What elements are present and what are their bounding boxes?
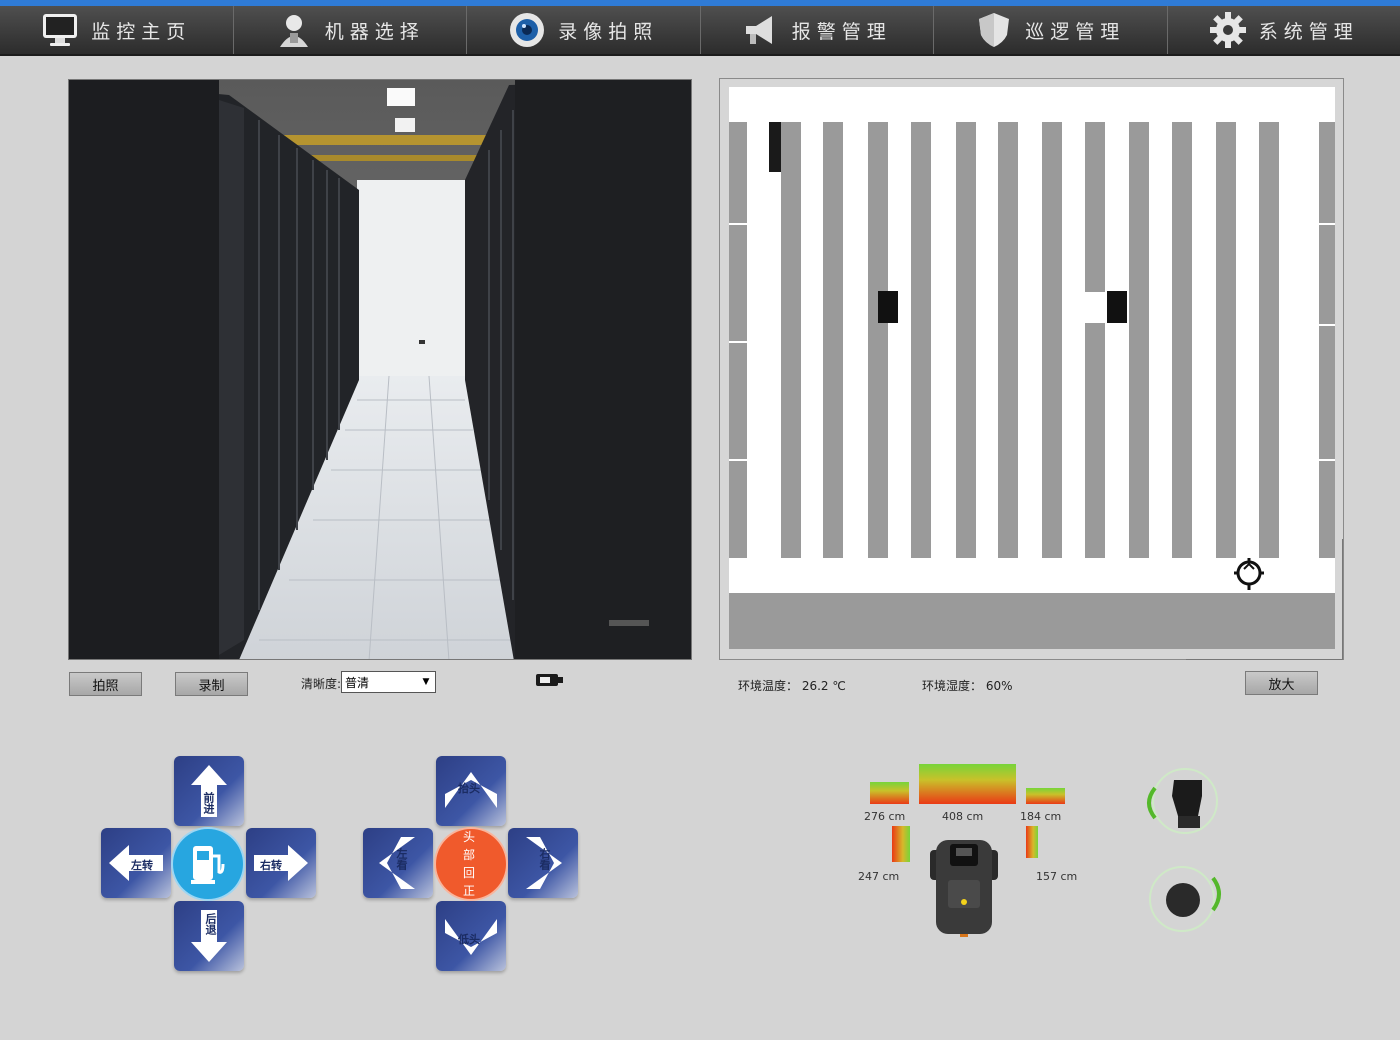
sensor-bar-front-right [1026,788,1065,804]
camera-pan-control[interactable] [1149,866,1215,932]
clarity-label: 清晰度: [301,677,342,691]
chevron-down-icon: ▼ [422,677,430,687]
nav-item-alarm-management[interactable]: 报警管理 [701,6,934,54]
head-right-label: 右看 [538,848,551,870]
nav-item-patrol-management[interactable]: 巡逻管理 [934,6,1168,54]
charging-station-icon [191,846,225,884]
nav-label: 机器选择 [324,20,425,43]
sensor-label-right: 157 cm [1036,870,1078,883]
sensor-bar-front-left [870,782,909,804]
head-left-label: 左看 [395,848,408,870]
sensor-bar-front [919,764,1016,804]
turn-right-label: 右转 [260,859,282,872]
nav-label: 巡逻管理 [1025,20,1126,43]
monitor-icon [41,11,79,49]
camera-lens-icon [508,11,546,49]
rotate-left-arc-icon[interactable] [1143,786,1157,820]
shield-icon [975,11,1013,49]
map-frame-corner [1186,539,1343,660]
head-up-button[interactable]: 抬头 [436,756,506,826]
nav-label: 报警管理 [791,20,892,43]
nav-item-record-photo[interactable]: 录像拍照 [467,6,701,54]
head-reset-label: 头部回正 [462,830,479,898]
nav-label: 录像拍照 [558,20,659,43]
gear-icon [1209,11,1247,49]
head-down-label: 低头 [458,933,480,946]
move-forward-label: 前进 [202,792,215,814]
move-back-label: 后退 [204,913,217,935]
robot-body-icon [930,840,998,937]
move-back-button[interactable]: 后退 [174,901,244,971]
camera-video-feed [68,79,692,660]
head-down-button[interactable]: 低头 [436,901,506,971]
rotate-right-arc-icon[interactable] [1211,876,1225,912]
charging-plug-icon[interactable] [534,670,566,694]
nav-item-system-management[interactable]: 系统管理 [1168,6,1400,54]
head-reset-button[interactable]: 头部回正 [436,829,506,899]
humidity-readout: 环境湿度： 60% [922,679,1013,693]
sensor-label-left: 247 cm [858,870,900,883]
main-nav: 监控主页 机器选择 录像拍照 报警管理 巡逻管理 系统管理 [0,6,1400,56]
charging-station-button[interactable] [173,829,243,899]
zoom-button[interactable]: 放大 [1245,671,1318,695]
turn-left-label: 左转 [131,859,153,872]
camera-ball-icon [1166,883,1200,917]
clarity-value: 普清 [345,675,370,690]
camera-tilt-control[interactable] [1152,768,1218,834]
move-forward-button[interactable]: 前进 [174,756,244,826]
clarity-select[interactable]: 普清 ▼ [341,671,436,693]
snapshot-button[interactable]: 拍照 [69,672,142,696]
sensor-label-front: 408 cm [942,810,984,823]
nav-label: 系统管理 [1258,20,1359,43]
head-right-button[interactable]: 右看 [508,828,578,898]
alarm-horn-icon [742,11,780,49]
robot-user-icon [275,11,313,49]
floor-map-panel[interactable] [719,78,1344,660]
sensor-label-front-left: 276 cm [864,810,906,823]
record-button[interactable]: 录制 [175,672,248,696]
nav-item-robot-select[interactable]: 机器选择 [234,6,467,54]
camera-head-icon [1172,780,1202,828]
sensor-bar-right [1026,826,1038,858]
sensor-bar-left [892,826,910,862]
turn-left-button[interactable]: 左转 [101,828,171,898]
sensor-label-front-right: 184 cm [1020,810,1062,823]
nav-item-monitor-home[interactable]: 监控主页 [0,6,234,54]
head-left-button[interactable]: 左看 [363,828,433,898]
temperature-readout: 环境温度： 26.2 ℃ [738,679,846,693]
turn-right-button[interactable]: 右转 [246,828,316,898]
nav-label: 监控主页 [91,20,192,43]
head-up-label: 抬头 [458,782,480,795]
